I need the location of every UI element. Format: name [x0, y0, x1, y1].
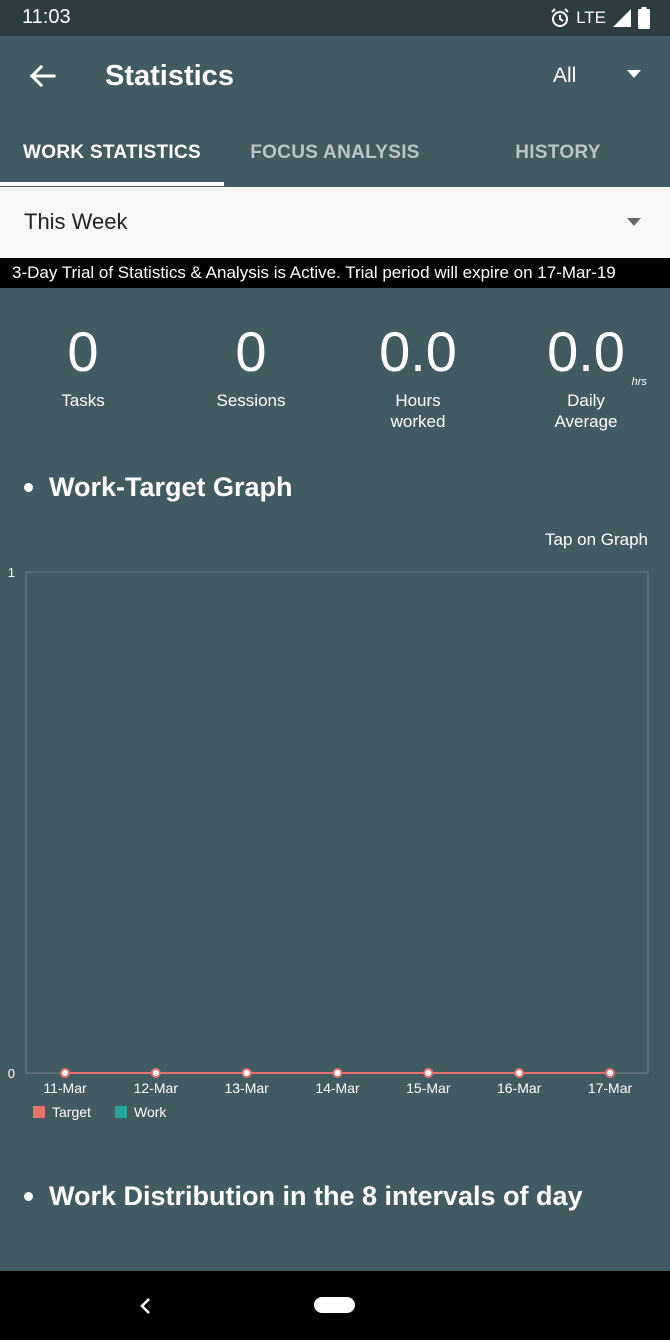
stat-unit: hrs — [631, 376, 647, 388]
stat-label: Tasks — [61, 391, 105, 410]
x-tick-label: 14-Mar — [315, 1080, 360, 1096]
legend-swatch — [33, 1106, 45, 1118]
plot-area — [25, 571, 649, 1074]
status-time: 11:03 — [22, 6, 71, 28]
section-title-text: Work-Target Graph — [49, 472, 293, 502]
stat-value: 0.0 — [379, 320, 457, 383]
trial-banner: 3-Day Trial of Statistics & Analysis is … — [0, 258, 670, 288]
y-tick-label: 0 — [8, 1066, 15, 1081]
nav-back-icon[interactable] — [137, 1295, 153, 1317]
section-title-work-target: Work-Target Graph — [24, 472, 293, 503]
stat-value: 0 — [235, 320, 267, 383]
date-range-value: This Week — [24, 209, 128, 234]
section-title-work-distribution: Work Distribution in the 8 intervals of … — [24, 1181, 583, 1212]
back-button[interactable] — [24, 58, 60, 94]
x-tick-label: 16-Mar — [497, 1080, 542, 1096]
signal-icon — [613, 9, 631, 27]
data-point — [241, 1068, 252, 1078]
filter-dropdown[interactable]: All — [553, 64, 576, 88]
chevron-down-icon[interactable] — [627, 70, 641, 78]
stat-sessions: 0 Sessions — [171, 320, 331, 411]
data-point — [514, 1068, 525, 1078]
chevron-down-icon — [627, 218, 641, 226]
x-tick-label: 11-Mar — [43, 1080, 87, 1096]
tab-history[interactable]: HISTORY — [446, 132, 670, 186]
stat-value: 0.0 — [547, 320, 625, 383]
nav-home-button[interactable] — [314, 1297, 355, 1313]
stat-label: Hours worked — [390, 391, 446, 431]
stat-hours-worked: 0.0 Hours worked — [338, 320, 498, 432]
data-point — [150, 1068, 161, 1078]
y-tick-label: 1 — [8, 565, 15, 580]
stat-daily-average: 0.0 hrs Daily Average — [506, 320, 666, 432]
battery-icon — [638, 7, 650, 29]
work-target-chart[interactable]: 0 1 11-Mar 12-Mar 13-Mar 14-Mar 15-Mar 16-Mar 17… — [0, 560, 670, 1135]
stat-label: Daily Average — [554, 391, 618, 431]
date-range-selector[interactable]: This Week — [0, 187, 670, 258]
tab-bar: WORK STATISTICS FOCUS ANALYSIS HISTORY — [0, 132, 670, 186]
bullet-icon — [24, 1192, 33, 1201]
tab-work-statistics[interactable]: WORK STATISTICS — [0, 132, 224, 186]
app-bar: Statistics All WORK STATISTICS FOCUS ANA… — [0, 36, 670, 186]
x-tick-label: 13-Mar — [224, 1080, 269, 1096]
status-icons: LTE — [550, 6, 650, 30]
alarm-icon — [551, 8, 569, 27]
legend-swatch — [115, 1106, 127, 1118]
trial-banner-text: 3-Day Trial of Statistics & Analysis is … — [12, 263, 616, 282]
data-point — [60, 1068, 70, 1078]
bullet-icon — [24, 483, 33, 492]
stat-tasks: 0 Tasks — [3, 320, 163, 411]
stat-value: 0 — [67, 320, 99, 383]
status-bar: 11:03 LTE — [0, 0, 670, 36]
network-label: LTE — [576, 8, 606, 27]
data-point — [423, 1068, 434, 1078]
data-point — [332, 1068, 343, 1078]
system-nav-bar — [0, 1271, 670, 1340]
stat-label: Sessions — [216, 391, 286, 410]
arrow-left-icon — [29, 64, 56, 88]
legend-label: Target — [52, 1104, 91, 1120]
x-tick-label: 12-Mar — [134, 1080, 179, 1096]
tap-hint: Tap on Graph — [545, 530, 649, 549]
stats-summary: 0 Tasks 0 Sessions 0.0 Hours worked 0.0 … — [0, 320, 670, 440]
stat-value-wrap: 0.0 hrs — [547, 320, 647, 388]
x-tick-label: 15-Mar — [406, 1080, 451, 1096]
section-title-text: Work Distribution in the 8 intervals of … — [49, 1181, 583, 1211]
active-tab-indicator — [0, 182, 224, 186]
x-tick-label: 17-Mar — [588, 1080, 633, 1096]
page-title: Statistics — [105, 60, 234, 92]
data-point — [605, 1068, 615, 1078]
legend-label: Work — [134, 1104, 167, 1120]
tab-focus-analysis[interactable]: FOCUS ANALYSIS — [224, 132, 446, 186]
